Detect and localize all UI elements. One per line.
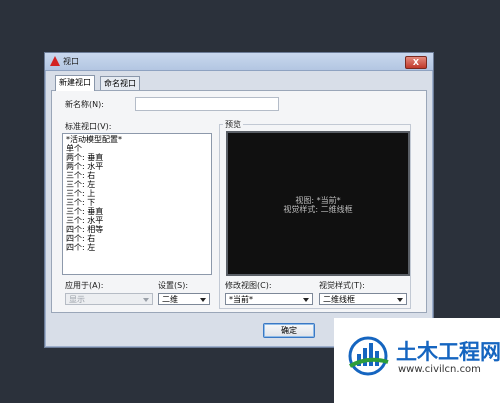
preview-canvas: 视图: *当前* 视觉样式: 二维线框: [226, 131, 410, 276]
new-name-label: 新名称(N):: [65, 100, 104, 109]
watermark-url: www.civilcn.com: [398, 364, 481, 375]
ok-button[interactable]: 确定: [263, 323, 315, 338]
watermark: 土木工程网 www.civilcn.com: [334, 318, 500, 403]
standard-viewports-list[interactable]: *活动模型配置* 单个 两个: 垂直 两个: 水平 三个: 右 三个: 左 三个…: [62, 133, 212, 275]
civilcn-logo-icon: [348, 336, 389, 376]
apply-to-label: 应用于(A):: [65, 281, 104, 290]
list-item[interactable]: 四个: 相等: [66, 225, 103, 234]
list-item[interactable]: 四个: 右: [66, 234, 95, 243]
change-view-select[interactable]: *当前*: [225, 293, 313, 305]
setup-value: 二维: [162, 295, 178, 304]
dialog-titlebar[interactable]: 视口 X: [45, 53, 433, 71]
apply-to-value: 显示: [69, 295, 85, 304]
watermark-title: 土木工程网: [396, 340, 500, 364]
tab-new-viewports[interactable]: 新建视口: [55, 75, 95, 91]
list-item[interactable]: *活动模型配置*: [66, 135, 122, 144]
list-item[interactable]: 三个: 右: [66, 171, 95, 180]
list-item[interactable]: 两个: 水平: [66, 162, 103, 171]
apply-to-select: 显示: [65, 293, 153, 305]
chevron-down-icon: [200, 298, 206, 302]
autocad-logo-icon: [50, 56, 60, 66]
list-item[interactable]: 三个: 垂直: [66, 207, 103, 216]
visual-style-select[interactable]: 二维线框: [319, 293, 407, 305]
viewports-dialog: 视口 X 新建视口 命名视口 新名称(N): 标准视口(V): *活动模型配置*…: [44, 52, 434, 348]
chevron-down-icon: [303, 298, 309, 302]
new-name-input[interactable]: [135, 97, 279, 111]
list-item[interactable]: 两个: 垂直: [66, 153, 103, 162]
visual-style-label: 视觉样式(T):: [319, 281, 365, 290]
tab-named-viewports[interactable]: 命名视口: [100, 76, 140, 90]
list-item[interactable]: 三个: 左: [66, 180, 95, 189]
preview-style-text: 视觉样式: 二维线框: [283, 205, 353, 214]
change-view-value: *当前*: [229, 295, 253, 304]
change-view-label: 修改视图(C):: [225, 281, 272, 290]
visual-style-value: 二维线框: [323, 295, 355, 304]
chevron-down-icon: [143, 298, 149, 302]
list-item[interactable]: 单个: [66, 144, 82, 153]
setup-label: 设置(S):: [158, 281, 189, 290]
chevron-down-icon: [397, 298, 403, 302]
list-item[interactable]: 三个: 下: [66, 198, 95, 207]
dialog-title: 视口: [63, 57, 79, 66]
list-item[interactable]: 三个: 上: [66, 189, 95, 198]
close-button[interactable]: X: [405, 56, 427, 69]
list-item[interactable]: 四个: 左: [66, 243, 95, 252]
preview-label: 预览: [223, 119, 243, 130]
standard-viewports-label: 标准视口(V):: [65, 122, 112, 131]
list-item[interactable]: 三个: 水平: [66, 216, 103, 225]
setup-select[interactable]: 二维: [158, 293, 210, 305]
